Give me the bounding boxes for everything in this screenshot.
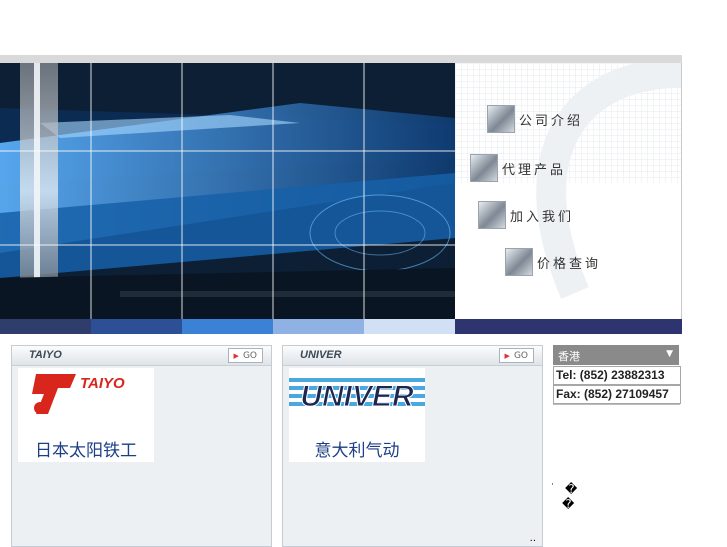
arrow-right-icon: ▶ <box>504 351 510 360</box>
taiyo-logo: TAIYO <box>32 374 125 414</box>
univer-logo-text: UNIVER <box>300 380 414 413</box>
fax-field: Fax: (852) 27109457 <box>553 385 681 404</box>
region-label: 香港 <box>558 350 580 363</box>
brand-title: TAIYO <box>29 349 62 361</box>
menu-item-company-intro[interactable]: 公司介绍 <box>487 105 583 133</box>
univer-logo-card[interactable]: UNIVER 意大利气动 <box>289 368 425 462</box>
menu-item-join-us[interactable]: 加入我们 <box>478 201 574 229</box>
contact-divider <box>553 404 680 405</box>
brand-box-header: UNIVER ▶ GO <box>283 346 542 366</box>
strip-segment <box>91 319 182 334</box>
go-button-univer[interactable]: ▶ GO <box>498 348 534 363</box>
color-strip <box>0 319 682 334</box>
menu-background <box>455 63 681 299</box>
menu-label-agency-products: 代理产品 <box>502 162 567 178</box>
strip-segment <box>455 319 682 334</box>
taiyo-logo-card[interactable]: TAIYO 日本太阳铁工 <box>18 368 154 462</box>
menu-item-agency-products[interactable]: 代理产品 <box>470 154 566 182</box>
strip-segment <box>0 319 91 334</box>
banner-image <box>0 63 455 319</box>
bullet-dot: · <box>551 480 554 490</box>
brand-box-header: TAIYO ▶ GO <box>12 346 271 366</box>
go-button-taiyo[interactable]: ▶ GO <box>227 348 263 363</box>
univer-logo: UNIVER <box>289 378 425 414</box>
menu-panel: 公司介绍 代理产品 加入我们 价格查询 <box>455 63 682 319</box>
glyph-text: � <box>562 497 575 511</box>
strip-segment <box>364 319 455 334</box>
go-label: GO <box>242 350 257 361</box>
strip-segment <box>273 319 364 334</box>
menu-label-price-inquiry: 价格查询 <box>537 256 602 272</box>
chevron-down-icon: ▼ <box>666 349 673 359</box>
brand-box-taiyo: TAIYO ▶ GO TAIYO 日本太阳铁工 <box>11 345 272 547</box>
brand-name: 意大利气动 <box>314 441 400 461</box>
join-us-icon <box>478 201 506 229</box>
brand-title: UNIVER <box>300 349 342 361</box>
menu-item-price-inquiry[interactable]: 价格查询 <box>505 248 601 276</box>
go-label: GO <box>513 350 528 361</box>
top-divider <box>0 55 682 63</box>
company-intro-icon <box>487 105 515 133</box>
taiyo-logo-text: TAIYO <box>80 375 125 392</box>
brand-box-univer: UNIVER ▶ GO UNIVER 意大利气动 .. <box>282 345 543 547</box>
agency-products-icon <box>470 154 498 182</box>
region-select[interactable]: 香港 ▼ <box>553 345 679 365</box>
brand-name: 日本太阳铁工 <box>35 441 137 461</box>
menu-label-join-us: 加入我们 <box>510 209 575 225</box>
banner-graphic <box>0 63 455 319</box>
menu-label-company-intro: 公司介绍 <box>519 113 584 129</box>
tel-field: Tel: (852) 23882313 <box>553 366 681 385</box>
glyph-text: � <box>565 482 578 496</box>
price-inquiry-icon <box>505 248 533 276</box>
dots-text: .. <box>529 533 536 544</box>
strip-segment <box>182 319 273 334</box>
arrow-right-icon: ▶ <box>233 351 239 360</box>
